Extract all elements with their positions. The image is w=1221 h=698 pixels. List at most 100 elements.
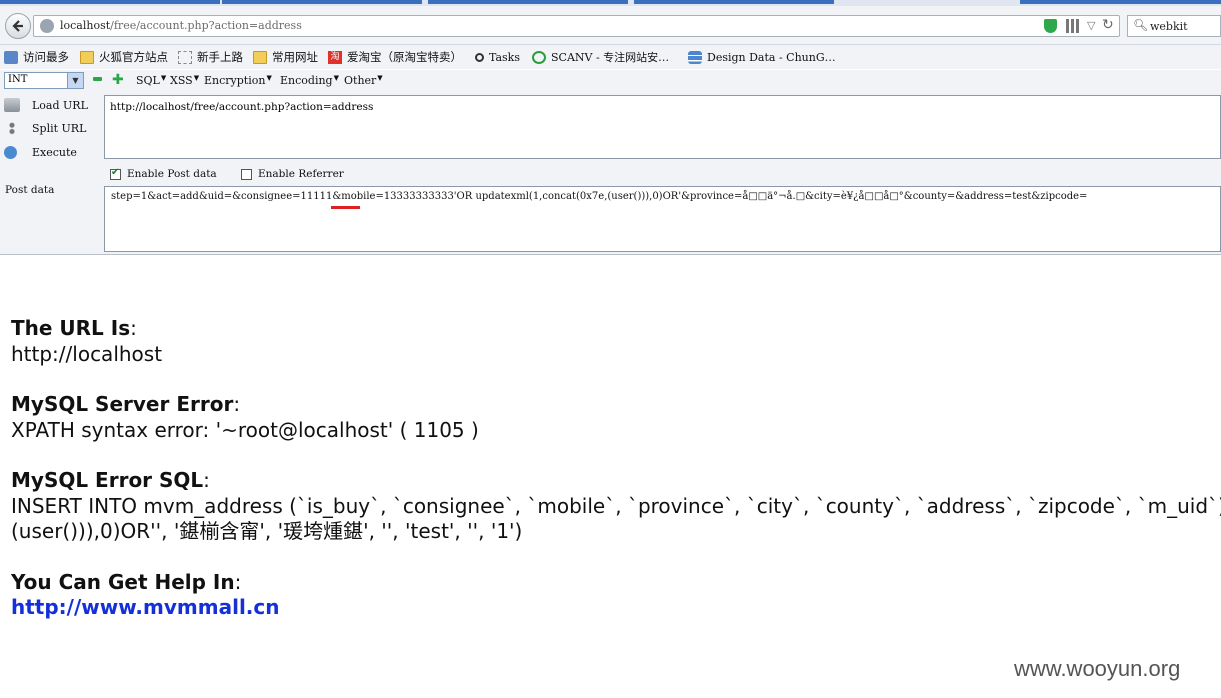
star-icon	[4, 50, 18, 64]
caret-down-icon: ▼	[333, 74, 339, 82]
menu-label: Encryption	[204, 74, 266, 87]
execute-icon	[4, 145, 17, 159]
help-link[interactable]: http://www.mvmmall.cn	[11, 595, 280, 619]
url-host: localhost	[60, 19, 111, 32]
enable-post-checkbox[interactable]: Enable Post data	[110, 167, 217, 181]
qr-code-icon[interactable]	[1066, 19, 1080, 33]
split-url-label: Split URL	[32, 121, 87, 135]
dropdown-arrow-icon[interactable]: ▽	[1087, 19, 1095, 32]
split-url-button[interactable]: Split URL	[4, 118, 86, 138]
menu-xss[interactable]: XSS▼	[170, 74, 199, 87]
bookmark-getting-started[interactable]: 新手上路	[178, 49, 243, 65]
url-textarea-value: http://localhost/free/account.php?action…	[110, 101, 374, 113]
chevron-down-icon[interactable]: ▼	[67, 73, 83, 88]
colon: :	[234, 569, 242, 594]
checkbox-checked-icon[interactable]	[110, 167, 121, 180]
bookmark-firefox-site[interactable]: 火狐官方站点	[80, 49, 168, 65]
checkbox-unchecked-icon[interactable]	[241, 168, 252, 180]
post-data-value: step=1&act=add&uid=&consignee=11111&mobi…	[111, 191, 1088, 202]
type-select-value: INT	[8, 74, 28, 85]
bookmark-label: 爱淘宝（原淘宝特卖）	[347, 50, 462, 64]
hackbar-panel: Load URL Split URL Execute http://localh…	[0, 92, 1221, 254]
bookmark-tasks[interactable]: Tasks	[475, 49, 520, 65]
url-path: /free/account.php?action=address	[110, 19, 302, 32]
bookmark-scanv[interactable]: SCANV - 专注网站安…	[532, 49, 669, 65]
address-bar[interactable]: localhost/free/account.php?action=addres…	[33, 15, 1120, 37]
help-heading: You Can Get Help In	[11, 569, 235, 594]
folder-icon	[80, 50, 94, 64]
bookmark-label: 火狐官方站点	[99, 50, 168, 64]
bookmark-most-visited[interactable]: 访问最多	[4, 49, 69, 65]
database-icon	[688, 50, 702, 64]
browser-tab[interactable]	[634, 0, 834, 4]
type-select[interactable]: INT ▼	[4, 72, 84, 89]
load-url-label: Load URL	[32, 98, 88, 112]
shield-icon[interactable]	[1044, 19, 1057, 33]
bookmark-design-data[interactable]: Design Data - ChunG…	[688, 49, 836, 65]
url-value: http://localhost	[11, 341, 163, 366]
decrease-icon[interactable]	[93, 77, 102, 81]
search-box[interactable]: 🔍︎ webkit	[1127, 15, 1221, 37]
browser-tab[interactable]	[222, 0, 422, 4]
server-error-heading: MySQL Server Error	[11, 392, 234, 416]
load-url-icon	[4, 98, 20, 112]
menu-sql[interactable]: SQL▼	[136, 74, 166, 87]
bookmark-label: 新手上路	[197, 50, 243, 64]
globe-icon	[40, 19, 54, 33]
dashed-folder-icon	[178, 50, 192, 64]
url-textarea[interactable]: http://localhost/free/account.php?action…	[104, 95, 1221, 159]
bookmark-label: SCANV - 专注网站安…	[551, 51, 670, 64]
caret-down-icon: ▼	[160, 74, 167, 82]
load-url-button[interactable]: Load URL	[4, 95, 88, 115]
bookmark-label: Design Data - ChunG…	[707, 50, 836, 64]
execute-button[interactable]: Execute	[4, 142, 77, 162]
browser-tab[interactable]	[1020, 0, 1221, 4]
caret-down-icon: ▼	[193, 74, 200, 82]
menu-encoding[interactable]: Encoding▼	[280, 74, 339, 87]
search-input[interactable]: webkit	[1150, 20, 1188, 33]
enable-post-label: Enable Post data	[127, 168, 217, 180]
search-icon: 🔍︎	[1133, 18, 1149, 32]
post-data-label: Post data	[5, 184, 55, 196]
check-circle-icon	[532, 50, 546, 64]
reload-icon[interactable]: ↻	[1102, 17, 1114, 33]
increase-icon[interactable]: ✚	[112, 72, 124, 88]
sql-line-2: (user())),0)OR'', '鍖椾含甯', '瑗垮煄鍖', '', 't…	[11, 519, 523, 543]
colon: :	[233, 392, 241, 416]
split-url-icon	[4, 121, 20, 135]
folder-icon	[253, 50, 267, 64]
enable-referrer-checkbox[interactable]: Enable Referrer	[241, 167, 344, 181]
highlight-underline	[331, 206, 360, 209]
enable-referrer-label: Enable Referrer	[258, 168, 344, 180]
menu-label: Other	[344, 74, 377, 87]
menu-label: SQL	[136, 74, 160, 87]
taobao-icon: 淘	[328, 50, 342, 64]
menu-label: Encoding	[280, 74, 333, 87]
back-arrow-icon	[12, 20, 23, 32]
bookmark-label: 访问最多	[23, 50, 69, 64]
sql-line-1: INSERT INTO mvm_address (`is_buy`, `cons…	[11, 493, 1221, 518]
browser-tab[interactable]	[0, 0, 220, 4]
caret-down-icon: ▼	[377, 74, 383, 82]
post-data-textarea[interactable]: step=1&act=add&uid=&consignee=11111&mobi…	[104, 186, 1221, 252]
caret-down-icon: ▼	[266, 74, 272, 82]
server-error-value: XPATH syntax error: '~root@localhost' ( …	[11, 417, 479, 442]
colon: :	[203, 468, 210, 492]
browser-tab[interactable]	[428, 0, 628, 4]
magnifier-icon	[475, 52, 484, 62]
bookmark-taobao[interactable]: 淘爱淘宝（原淘宝特卖）	[328, 49, 462, 65]
address-text[interactable]: localhost/free/account.php?action=addres…	[60, 19, 302, 32]
bookmark-label: 常用网址	[272, 50, 318, 64]
navigation-bar: localhost/free/account.php?action=addres…	[0, 6, 1221, 45]
bookmark-label: Tasks	[489, 50, 520, 64]
menu-encryption[interactable]: Encryption▼	[204, 74, 272, 87]
menu-other[interactable]: Other▼	[344, 74, 383, 87]
hackbar-toolbar: INT ▼ ✚ SQL▼ XSS▼ Encryption▼ Encoding▼ …	[0, 70, 1221, 92]
bookmark-common-sites[interactable]: 常用网址	[253, 49, 318, 65]
url-heading: The URL Is	[11, 316, 131, 340]
watermark: www.wooyun.org	[1014, 656, 1181, 681]
sql-heading: MySQL Error SQL	[11, 468, 204, 492]
toolbar-separator	[0, 254, 1221, 255]
execute-label: Execute	[32, 145, 77, 159]
back-button[interactable]	[5, 13, 31, 39]
